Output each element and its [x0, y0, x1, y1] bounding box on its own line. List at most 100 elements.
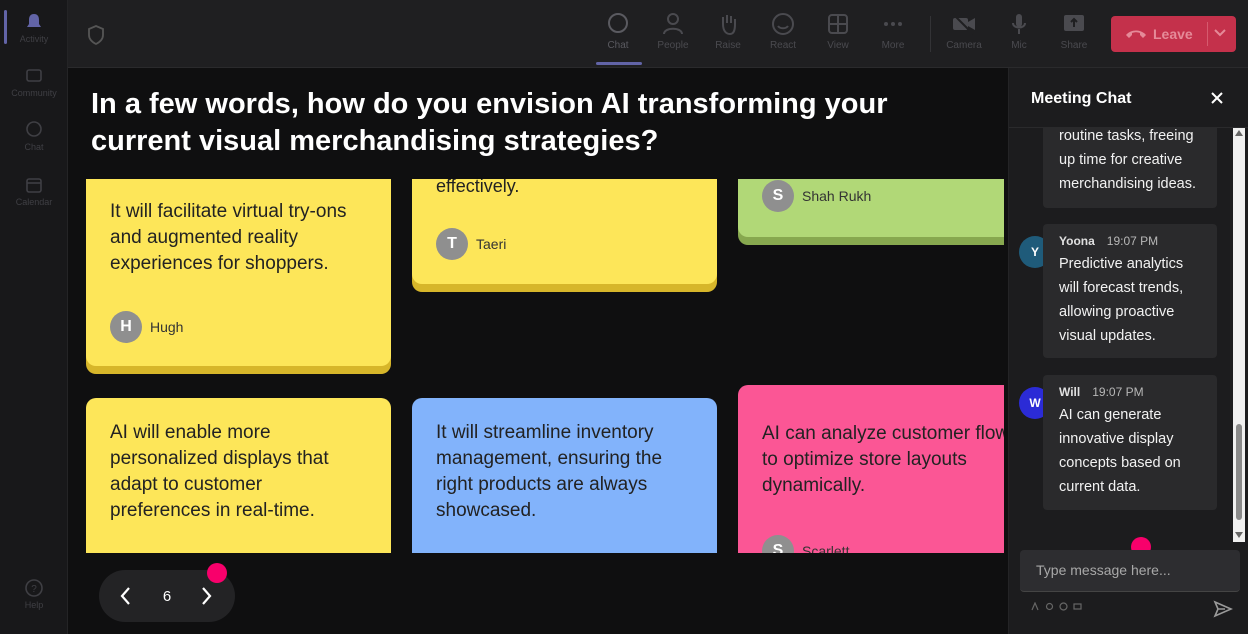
- author-name: Taeri: [476, 236, 507, 252]
- page-number: 6: [162, 588, 172, 605]
- card-author: S Shah Rukh: [762, 180, 871, 212]
- active-tab-indicator: [596, 62, 642, 65]
- avatar: T: [436, 228, 468, 260]
- author-name: Scarlett: [802, 543, 850, 553]
- rail-item-chat[interactable]: Chat: [0, 120, 68, 152]
- toolbar-divider: [930, 16, 931, 52]
- toolbar-label: React: [769, 40, 797, 51]
- message-meta: Will 19:07 PM: [1059, 385, 1201, 399]
- sender-name: Will: [1059, 385, 1081, 399]
- response-card[interactable]: It will facilitate virtual try-ons and a…: [86, 179, 391, 366]
- card-text: It will streamline inventory management,…: [436, 422, 663, 521]
- chevron-down-icon[interactable]: [1213, 28, 1227, 38]
- left-rail: Activity Community Chat Calendar ? Help: [0, 0, 68, 634]
- toolbar-more-button[interactable]: More: [867, 12, 919, 51]
- send-icon[interactable]: [1213, 600, 1233, 618]
- smile-icon: [772, 13, 794, 35]
- toolbar-label: People: [657, 40, 689, 51]
- scroll-up-arrow[interactable]: [1235, 130, 1243, 136]
- chevron-right-icon[interactable]: [201, 586, 213, 606]
- response-card[interactable]: S Shah Rukh: [738, 179, 1004, 237]
- microphone-icon: [1012, 14, 1026, 34]
- close-icon[interactable]: [1209, 90, 1225, 106]
- chat-message: Will 19:07 PM AI can generate innovative …: [1043, 375, 1217, 510]
- chevron-left-icon[interactable]: [119, 586, 131, 606]
- card-text: AI can analyze customer flow to optimize…: [762, 423, 1004, 496]
- toolbar-label: Share: [1060, 40, 1088, 51]
- chat-icon: [608, 13, 628, 33]
- toolbar-react-button[interactable]: React: [757, 12, 809, 51]
- toolbar-people-button[interactable]: People: [647, 12, 699, 51]
- chat-title: Meeting Chat: [1031, 90, 1132, 107]
- card-text: It will facilitate virtual try-ons and a…: [110, 201, 347, 274]
- phone-hangup-icon: [1126, 30, 1146, 38]
- card-text: AI will enable more personalized display…: [110, 422, 329, 521]
- message-input[interactable]: Type message here...: [1020, 550, 1240, 592]
- toolbar-label: Raise: [715, 40, 741, 51]
- toolbar-label: Chat: [607, 40, 629, 51]
- message-time: 19:07 PM: [1106, 234, 1159, 248]
- gif-icon[interactable]: [1073, 602, 1082, 611]
- response-card[interactable]: It will streamline inventory management,…: [412, 398, 717, 553]
- chat-scrollbar[interactable]: [1233, 128, 1245, 542]
- camera-off-icon: [952, 13, 975, 35]
- bell-icon: [27, 14, 41, 27]
- share-screen-icon: [1064, 15, 1084, 31]
- toolbar-label: Mic: [1011, 40, 1027, 51]
- response-board: It will facilitate virtual try-ons and a…: [68, 179, 1004, 553]
- toolbar-label: View: [827, 40, 849, 51]
- rail-label: Chat: [24, 142, 44, 152]
- message-meta: Yoona 19:07 PM: [1059, 234, 1201, 248]
- rail-item-help[interactable]: ? Help: [0, 578, 68, 610]
- emoji-icon[interactable]: [1059, 602, 1068, 611]
- toolbar-view-button[interactable]: View: [812, 12, 864, 51]
- grid-icon: [828, 14, 848, 34]
- rail-item-calendar[interactable]: Calendar: [0, 175, 68, 207]
- chat-message: Yoona 19:07 PM Predictive analytics will …: [1043, 224, 1217, 358]
- scroll-thumb[interactable]: [1236, 424, 1242, 520]
- notification-dot: [207, 563, 227, 583]
- svg-text:?: ?: [31, 584, 37, 595]
- rail-label: Activity: [19, 34, 49, 44]
- toolbar-mic-button[interactable]: Mic: [993, 12, 1045, 51]
- card-author: S Scarlett: [762, 535, 849, 553]
- presentation-stage: In a few words, how do you envision AI t…: [68, 68, 1008, 634]
- toolbar-share-button[interactable]: Share: [1048, 12, 1100, 51]
- format-icon[interactable]: [1031, 602, 1040, 611]
- rail-item-community[interactable]: Community: [0, 66, 68, 98]
- scroll-down-arrow[interactable]: [1235, 532, 1243, 538]
- rail-label: Calendar: [15, 197, 53, 207]
- message-text: AI can generate innovative display conce…: [1059, 407, 1181, 495]
- rail-label: Help: [24, 600, 44, 610]
- avatar-initial: Y: [1030, 245, 1039, 259]
- leave-button[interactable]: Leave: [1111, 16, 1236, 52]
- leave-label: Leave: [1153, 26, 1193, 42]
- author-name: Shah Rukh: [802, 188, 872, 204]
- toolbar-label: More: [881, 40, 905, 51]
- toolbar-chat-button[interactable]: Chat: [592, 12, 644, 51]
- response-card[interactable]: AI can analyze customer flow to optimize…: [738, 385, 1004, 553]
- toolbar-label: Camera: [946, 40, 982, 51]
- rail-item-activity[interactable]: Activity: [0, 12, 68, 44]
- calendar-icon: [26, 178, 42, 193]
- response-card[interactable]: effectively. T Taeri: [412, 179, 717, 284]
- chat-message: routine tasks, freeing up time for creat…: [1043, 128, 1217, 208]
- chat-icon: [26, 121, 42, 137]
- attach-icon[interactable]: [1045, 602, 1054, 611]
- people-icon: [663, 13, 683, 35]
- message-text: routine tasks, freeing up time for creat…: [1059, 128, 1197, 192]
- toolbar-raise-hand-button[interactable]: Raise: [702, 12, 754, 51]
- sender-name: Yoona: [1059, 234, 1095, 248]
- message-time: 19:07 PM: [1092, 385, 1144, 399]
- card-author: H Hugh: [110, 311, 183, 343]
- toolbar-camera-button[interactable]: Camera: [938, 12, 990, 51]
- card-text: effectively.: [436, 179, 520, 196]
- author-name: Hugh: [150, 319, 184, 335]
- response-card[interactable]: AI will enable more personalized display…: [86, 398, 391, 553]
- message-text: Predictive analytics will forecast trend…: [1059, 256, 1184, 344]
- shield-icon[interactable]: [86, 24, 106, 46]
- meeting-app: Activity Community Chat Calendar ? Help …: [0, 0, 1248, 634]
- card-author: T Taeri: [436, 228, 506, 260]
- input-placeholder: Type message here...: [1036, 562, 1171, 578]
- meeting-toolbar: Chat People Raise React View More Camera: [68, 0, 1248, 68]
